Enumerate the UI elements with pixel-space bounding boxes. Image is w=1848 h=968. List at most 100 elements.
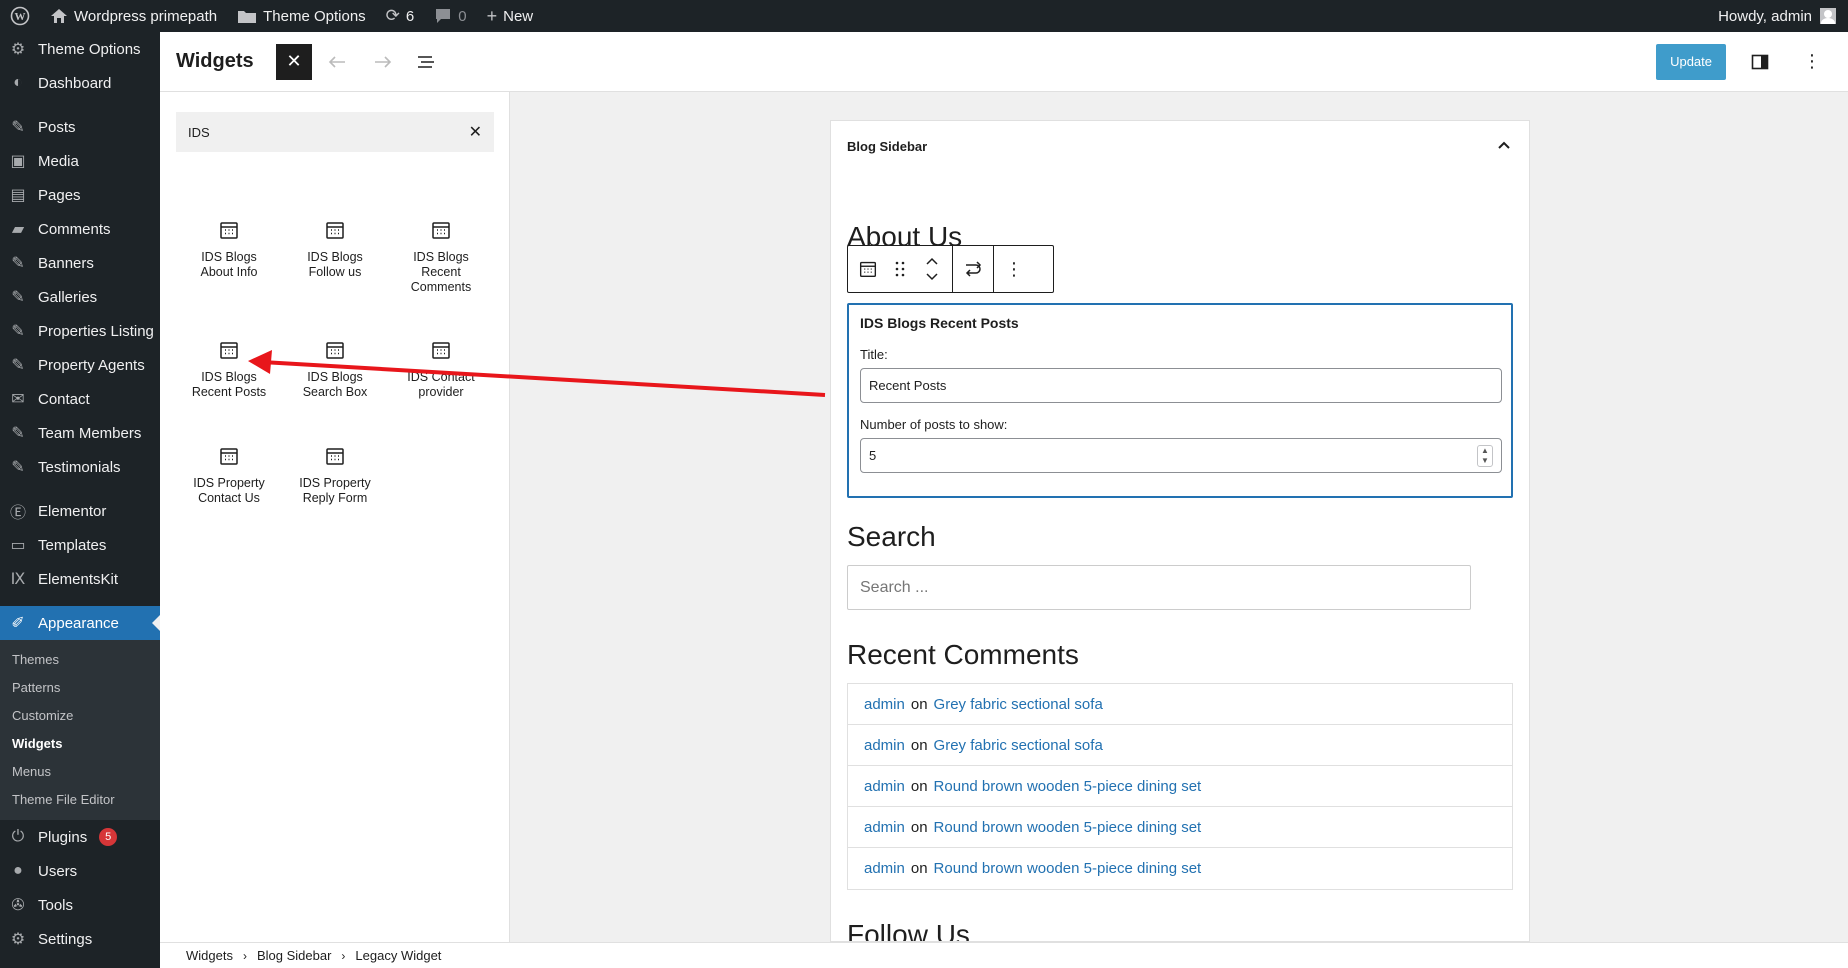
menu-comments[interactable]: ▰ Comments (0, 212, 160, 246)
wordpress-logo[interactable]: W (0, 0, 40, 32)
block-item-ids-property-contact-us[interactable]: IDS Property Contact Us (176, 434, 282, 540)
comment-on-text: on (910, 860, 928, 877)
block-label: provider (418, 385, 464, 399)
close-inserter-button[interactable]: ✕ (276, 43, 312, 80)
menu-pages[interactable]: ▤ Pages (0, 178, 160, 212)
comment-author-link[interactable]: admin (864, 860, 905, 877)
block-label: IDS Property (193, 476, 265, 490)
move-up-down-buttons[interactable] (918, 251, 946, 287)
comment-author-link[interactable]: admin (864, 778, 905, 795)
menu-elementskit[interactable]: Ⅸ ElementsKit (0, 562, 160, 596)
follow-us-heading[interactable]: Follow Us (847, 919, 970, 941)
comment-bubble-icon (436, 9, 451, 23)
breadcrumb-item-blog-sidebar[interactable]: Blog Sidebar (257, 948, 331, 963)
theme-options-link[interactable]: Theme Options (227, 0, 376, 32)
submenu-widgets[interactable]: Widgets (0, 730, 160, 758)
menu-testimonials[interactable]: ✎ Testimonials (0, 450, 160, 484)
menu-settings[interactable]: ⚙ Settings (0, 922, 160, 956)
comment-author-link[interactable]: admin (864, 737, 905, 754)
comment-author-link[interactable]: admin (864, 696, 905, 713)
undo-icon (328, 55, 345, 68)
block-label: IDS Blogs (201, 370, 257, 384)
comment-post-link[interactable]: Grey fabric sectional sofa (934, 737, 1103, 754)
clear-search-icon[interactable]: ✕ (469, 122, 482, 142)
undo-button[interactable] (320, 44, 356, 80)
comments-count: 0 (458, 7, 467, 25)
menu-label: Banners (38, 254, 94, 272)
comments-link[interactable]: 0 (424, 0, 476, 32)
menu-dashboard[interactable]: ◐ Dashboard (0, 66, 160, 100)
settings-sidebar-button[interactable] (1742, 44, 1778, 80)
block-item-ids-blogs-follow-us[interactable]: IDS Blogs Follow us (282, 208, 388, 314)
menu-property-agents[interactable]: ✎ Property Agents (0, 348, 160, 382)
menu-galleries[interactable]: ✎ Galleries (0, 280, 160, 314)
number-spinner-icon[interactable]: ▲ ▼ (1477, 444, 1493, 467)
site-name-link[interactable]: Wordpress primepath (40, 0, 227, 32)
block-item-ids-contact-provider[interactable]: IDS Contact provider (388, 328, 494, 420)
redo-button[interactable] (364, 44, 400, 80)
list-view-button[interactable] (408, 44, 444, 80)
block-type-button[interactable] (854, 251, 882, 287)
submenu-theme-file-editor[interactable]: Theme File Editor (0, 786, 160, 814)
menu-label: Theme Options (38, 40, 141, 58)
menu-team-members[interactable]: ✎ Team Members (0, 416, 160, 450)
submenu-customize[interactable]: Customize (0, 702, 160, 730)
posts-count-value: 5 (869, 448, 877, 463)
comment-author-link[interactable]: admin (864, 819, 905, 836)
collapse-area-button[interactable] (1497, 137, 1511, 153)
drag-handle[interactable] (886, 251, 914, 287)
submenu-patterns[interactable]: Patterns (0, 674, 160, 702)
block-item-ids-property-reply-form[interactable]: IDS Property Reply Form (282, 434, 388, 540)
block-item-ids-blogs-about-info[interactable]: IDS Blogs About Info (176, 208, 282, 314)
menu-theme-options[interactable]: ⚙ Theme Options (0, 32, 160, 66)
calendar-icon (432, 342, 450, 359)
posts-count-field[interactable]: 5 ▲ ▼ (860, 438, 1502, 473)
menu-users[interactable]: ● Users (0, 854, 160, 888)
search-value: IDS (188, 124, 210, 140)
menu-label: ElementsKit (38, 570, 119, 588)
wrench-icon: ✇ (11, 897, 25, 914)
menu-banners[interactable]: ✎ Banners (0, 246, 160, 280)
menu-label: Property Agents (38, 356, 145, 374)
updates-link[interactable]: ⟳ 6 (376, 0, 425, 32)
menu-plugins[interactable]: ⏻ Plugins 5 (0, 820, 160, 854)
sidebar-search-input[interactable]: Search ... (847, 565, 1471, 610)
comment-post-link[interactable]: Round brown wooden 5-piece dining set (934, 860, 1202, 877)
new-content-link[interactable]: + New (477, 0, 544, 32)
menu-tools[interactable]: ✇ Tools (0, 888, 160, 922)
menu-elementor[interactable]: Ⓔ Elementor (0, 494, 160, 528)
menu-contact[interactable]: ✉ Contact (0, 382, 160, 416)
chevron-up-icon (1498, 141, 1510, 149)
block-search-input[interactable]: IDS ✕ (176, 112, 494, 152)
menu-media[interactable]: ▣ Media (0, 144, 160, 178)
block-item-ids-blogs-recent-posts[interactable]: IDS Blogs Recent Posts (176, 328, 282, 420)
widget-area-title[interactable]: Blog Sidebar (847, 139, 927, 154)
submenu-menus[interactable]: Menus (0, 758, 160, 786)
block-item-ids-blogs-recent-comments[interactable]: IDS Blogs Recent Comments (388, 208, 494, 314)
menu-appearance[interactable]: ✐ Appearance (0, 606, 160, 640)
options-menu-button[interactable]: ⋮ (1794, 44, 1830, 80)
search-heading[interactable]: Search (847, 521, 936, 553)
new-label: New (503, 7, 534, 25)
comment-post-link[interactable]: Round brown wooden 5-piece dining set (934, 819, 1202, 836)
block-options-button[interactable]: ⋮ (1000, 251, 1028, 287)
submenu-themes[interactable]: Themes (0, 646, 160, 674)
update-button[interactable]: Update (1656, 43, 1726, 80)
list-item: admin on Round brown wooden 5-piece dining… (848, 807, 1512, 848)
comment-post-link[interactable]: Grey fabric sectional sofa (934, 696, 1103, 713)
block-label: IDS Blogs (307, 370, 363, 384)
breadcrumb-item-legacy-widget[interactable]: Legacy Widget (355, 948, 441, 963)
my-account[interactable]: Howdy, admin (1718, 8, 1848, 25)
transform-button[interactable] (959, 251, 987, 287)
breadcrumb-item-widgets[interactable]: Widgets (186, 948, 233, 963)
block-item-ids-blogs-search-box[interactable]: IDS Blogs Search Box (282, 328, 388, 420)
list-item: admin on Round brown wooden 5-piece dining… (848, 848, 1512, 889)
menu-properties-listing[interactable]: ✎ Properties Listing (0, 314, 160, 348)
comment-on-text: on (910, 736, 928, 754)
comment-post-link[interactable]: Round brown wooden 5-piece dining set (934, 778, 1202, 795)
media-icon: ▣ (10, 153, 26, 170)
title-field[interactable]: Recent Posts (860, 368, 1502, 403)
menu-templates[interactable]: ▭ Templates (0, 528, 160, 562)
menu-posts[interactable]: ✎ Posts (0, 110, 160, 144)
recent-comments-heading[interactable]: Recent Comments (847, 639, 1079, 671)
